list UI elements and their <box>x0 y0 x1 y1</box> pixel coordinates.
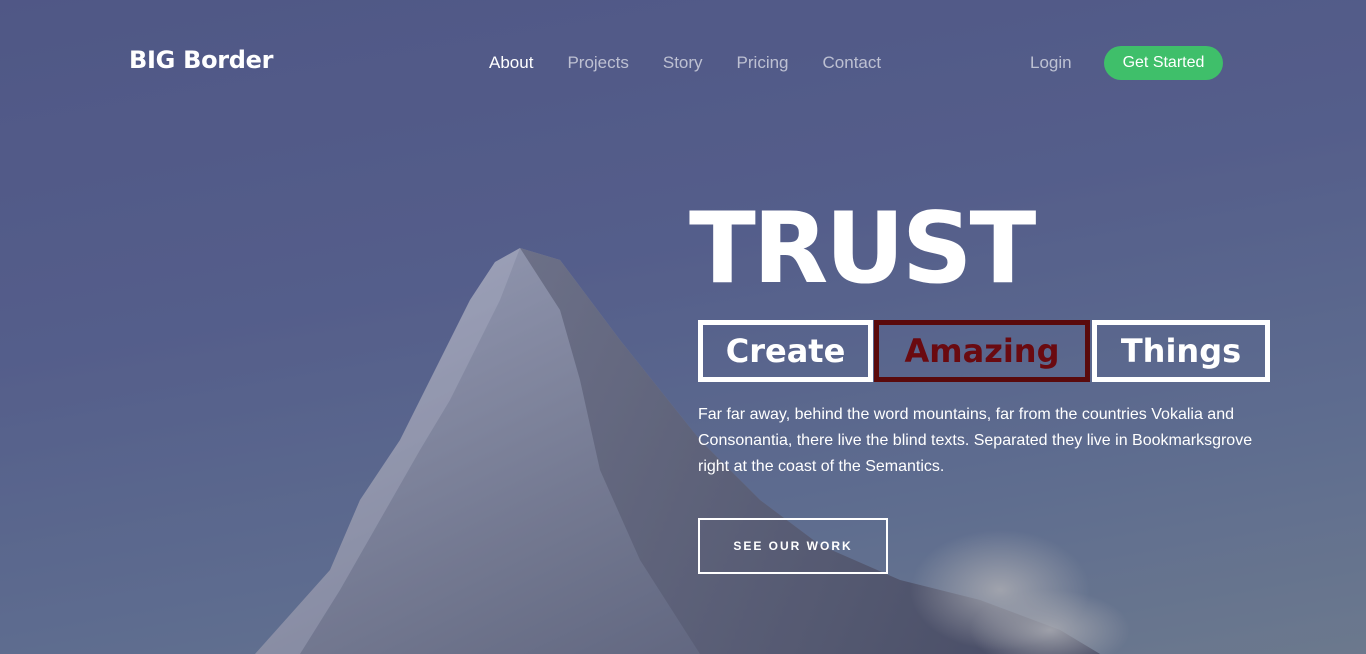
nav-item-contact[interactable]: Contact <box>823 53 882 73</box>
word-box-create: Create <box>698 320 873 382</box>
get-started-button[interactable]: Get Started <box>1104 46 1223 80</box>
nav-item-story[interactable]: Story <box>663 53 703 73</box>
hero-description: Far far away, behind the word mountains,… <box>698 406 1253 475</box>
see-our-work-button[interactable]: SEE OUR WORK <box>698 518 888 574</box>
login-link[interactable]: Login <box>1030 53 1072 73</box>
hero-title: TRUST <box>689 192 1036 306</box>
nav-item-projects[interactable]: Projects <box>567 53 628 73</box>
word-box-amazing: Amazing <box>874 320 1090 382</box>
nav-item-pricing[interactable]: Pricing <box>737 53 789 73</box>
brand-logo[interactable]: BIG Border <box>129 46 274 74</box>
site-header: BIG Border About Projects Story Pricing … <box>0 0 1366 125</box>
nav-item-about[interactable]: About <box>489 53 533 73</box>
main-nav: About Projects Story Pricing Contact <box>489 53 915 73</box>
word-box-things: Things <box>1092 320 1270 382</box>
